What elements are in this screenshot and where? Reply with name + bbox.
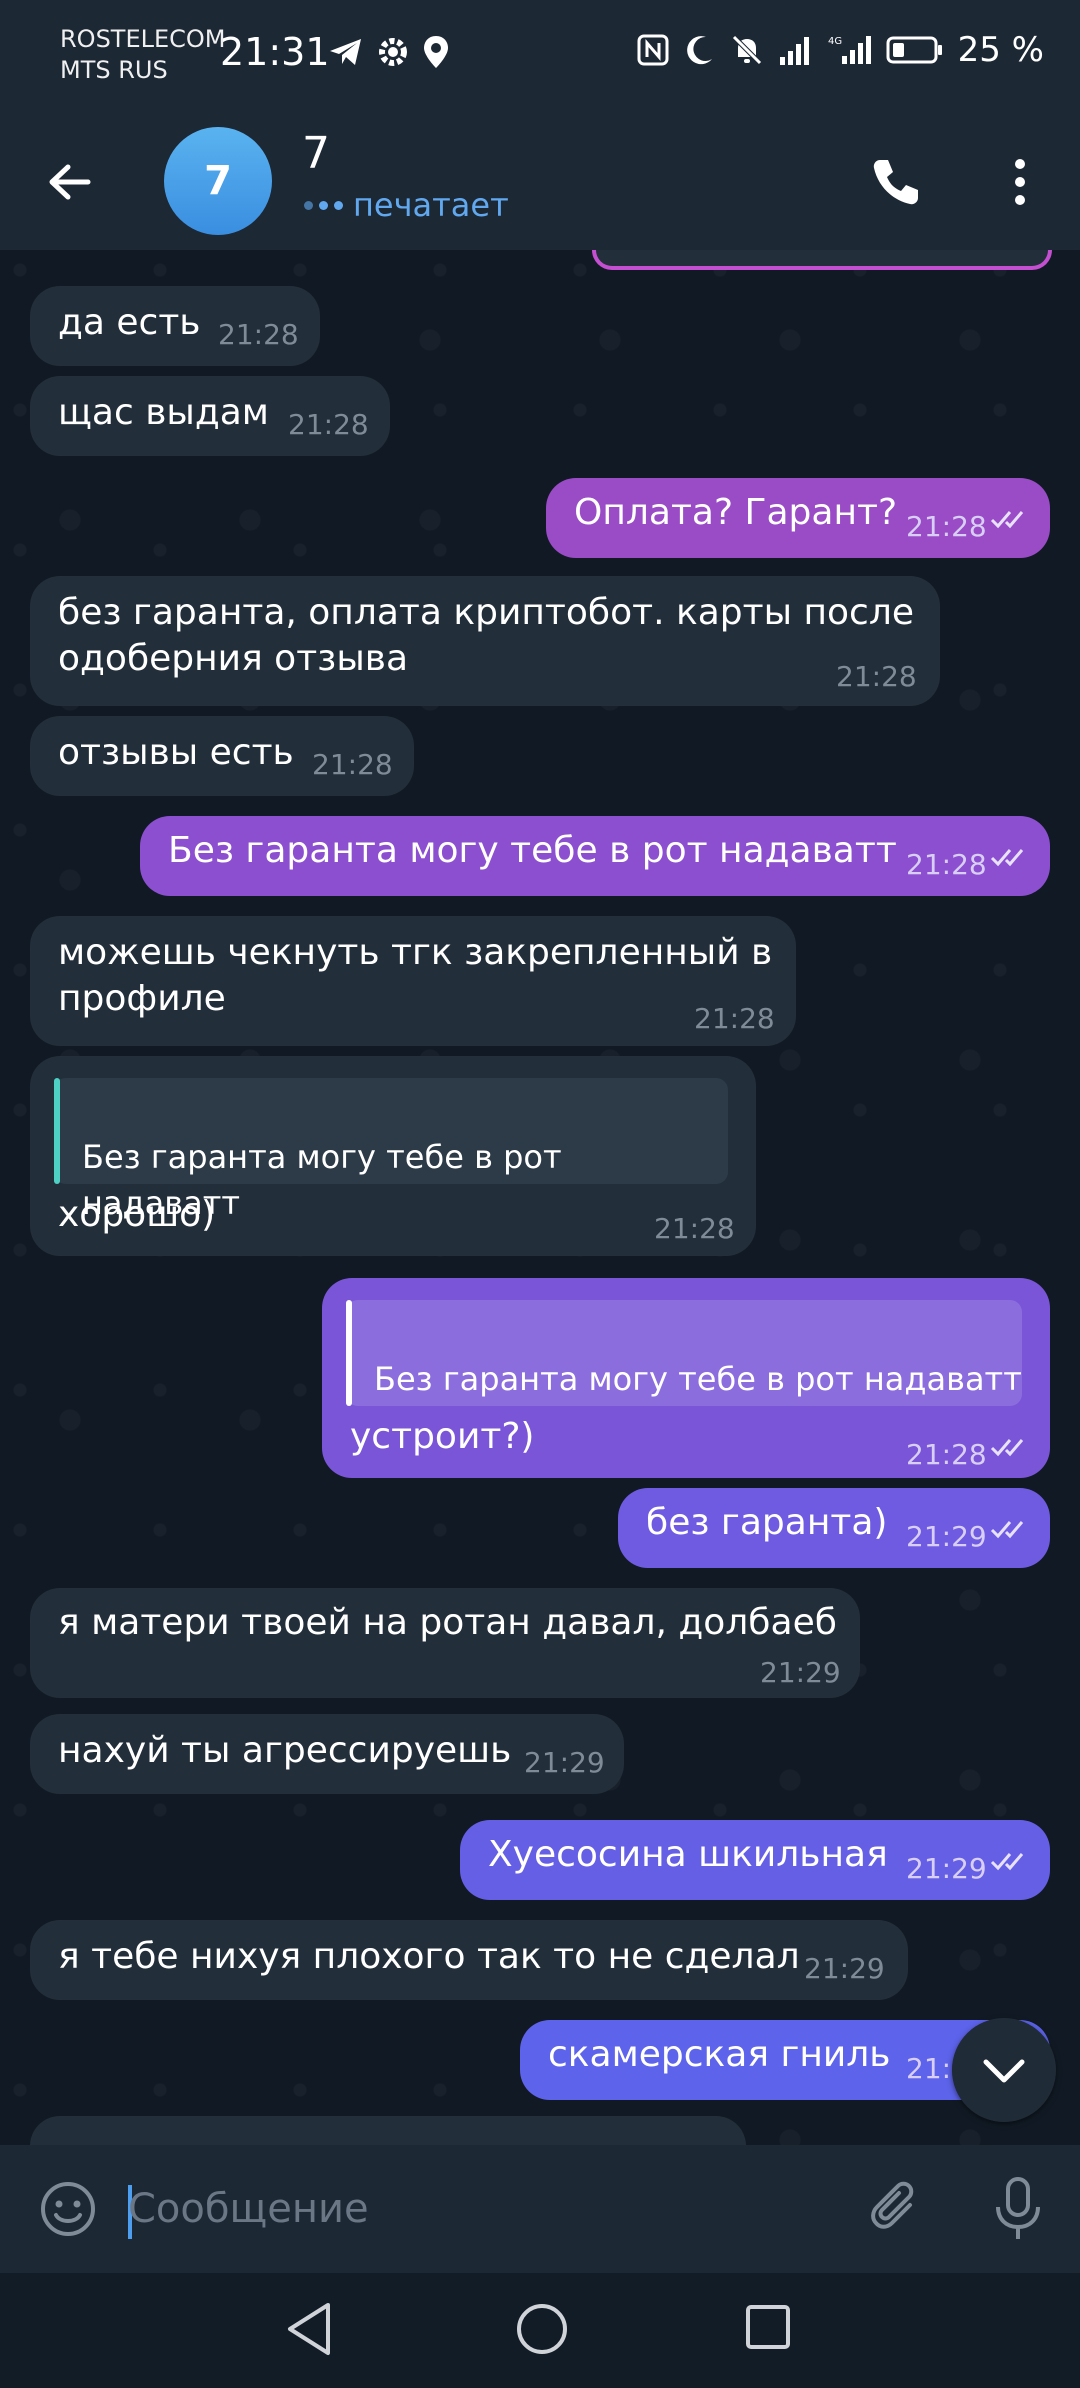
double-check-icon	[990, 511, 1024, 529]
message-text-line-2: профиле	[58, 978, 226, 1019]
message-text: Оплата? Гарант?	[574, 492, 898, 533]
message-bubble-incoming[interactable]: нахуй ты агрессируешь 21:29	[30, 1714, 624, 1794]
status-icons-right: 4G 25 %	[636, 30, 1044, 70]
typing-status-text: печатает	[353, 186, 509, 224]
message-text: скамерская гниль	[548, 2034, 891, 2075]
arrow-left-icon[interactable]	[40, 152, 100, 212]
message-time: 21:29	[906, 1520, 987, 1553]
message-bubble-outgoing[interactable]: Хуесосина шкильная 21:29	[460, 1820, 1050, 1900]
message-bubble-partial	[30, 2116, 746, 2145]
reply-quote[interactable]: Без гаранта могу тебе в рот надаватт	[54, 1078, 728, 1222]
typing-dots-icon	[304, 200, 343, 210]
message-text: хорошо)	[58, 1194, 216, 1235]
double-check-icon	[990, 1439, 1024, 1457]
message-text: без гаранта)	[646, 1502, 888, 1543]
message-time: 21:28	[312, 748, 393, 781]
microphone-icon[interactable]	[988, 2175, 1048, 2243]
message-input-bar	[0, 2145, 1080, 2273]
message-time: 21:28	[654, 1212, 735, 1245]
message-bubble-incoming[interactable]: отзывы есть 21:28	[30, 716, 414, 796]
status-icons-left	[328, 34, 450, 70]
status-bar: ROSTELECOM MTS RUS 21:31 4G 25 %	[0, 0, 1080, 110]
message-list[interactable]: да есть 21:28 щас выдам 21:28 Оплата? Га…	[0, 250, 1080, 2145]
message-bubble-incoming[interactable]: я матери твоей на ротан давал, долбаеб 2…	[30, 1588, 860, 1698]
nfc-icon	[637, 34, 669, 66]
message-bubble-partial	[592, 250, 1052, 270]
message-text: Хуесосина шкильная	[488, 1834, 888, 1875]
message-bubble-incoming[interactable]: без гаранта, оплата криптобот. карты пос…	[30, 576, 940, 706]
message-time: 21:	[906, 2052, 952, 2085]
message-text-line-2: одоберния отзыва	[58, 638, 409, 679]
system-nav-bar	[0, 2273, 1080, 2388]
carrier-info: ROSTELECOM MTS RUS	[60, 24, 226, 86]
message-time: 21:29	[760, 1656, 841, 1689]
chat-title[interactable]: 7	[302, 128, 330, 179]
message-text: да есть	[58, 302, 201, 343]
message-time: 21:28	[288, 408, 369, 441]
message-time: 21:29	[524, 1746, 605, 1779]
paperclip-icon[interactable]	[866, 2177, 926, 2241]
message-bubble-outgoing[interactable]: без гаранта) 21:29	[618, 1488, 1050, 1568]
message-bubble-outgoing[interactable]: Без гаранта могу тебе в рот надаватт 21:…	[140, 816, 1050, 896]
svg-text:4G: 4G	[828, 36, 842, 47]
message-input[interactable]	[128, 2173, 848, 2245]
message-time: 21:28	[218, 318, 299, 351]
message-time: 21:28	[906, 848, 987, 881]
nav-recent-apps-icon[interactable]	[744, 2303, 792, 2351]
chat-header: 7 7 печатает	[0, 110, 1080, 250]
message-text: я матери твоей на ротан давал, долбаеб	[58, 1602, 837, 1643]
reply-quote[interactable]: Без гаранта могу тебе в рот надаватт	[346, 1300, 1022, 1406]
double-check-icon	[990, 1853, 1024, 1871]
carrier-name-2: MTS RUS	[60, 56, 168, 84]
mute-bell-icon	[731, 35, 762, 65]
reply-quote-bar	[346, 1300, 352, 1406]
emoji-icon[interactable]	[38, 2179, 98, 2239]
message-bubble-incoming[interactable]: да есть 21:28	[30, 286, 320, 366]
message-time: 21:28	[694, 1002, 775, 1035]
message-text: нахуй ты агрессируешь	[58, 1730, 512, 1771]
nav-back-icon[interactable]	[282, 2299, 338, 2359]
status-clock: 21:31	[220, 30, 330, 74]
message-text-line-1: можешь чекнуть тгк закрепленный в	[58, 932, 773, 973]
message-bubble-incoming[interactable]: можешь чекнуть тгк закрепленный в профил…	[30, 916, 796, 1046]
reply-quote-bar	[54, 1078, 60, 1184]
moon-icon	[686, 36, 712, 65]
message-time: 21:29	[906, 1852, 987, 1885]
battery-percent: 25 %	[957, 30, 1044, 70]
battery-icon	[886, 36, 942, 64]
message-time: 21:29	[804, 1952, 885, 1985]
message-time: 21:28	[836, 660, 917, 693]
telegram-icon	[330, 39, 361, 65]
telegram-chat-screen: ROSTELECOM MTS RUS 21:31 4G 25 % 7 7 печ…	[0, 0, 1080, 2388]
message-text: щас выдам	[58, 392, 269, 433]
double-check-icon	[990, 1521, 1024, 1539]
message-bubble-outgoing-reply[interactable]: Без гаранта могу тебе в рот надаватт уст…	[322, 1278, 1050, 1478]
reply-quote-text: Без гаранта могу тебе в рот надаватт	[374, 1360, 1022, 1398]
message-bubble-incoming[interactable]: я тебе нихуя плохого так то не сделал 21…	[30, 1920, 908, 2000]
message-text-line-1: без гаранта, оплата криптобот. карты пос…	[58, 592, 915, 633]
message-text: устроит?)	[350, 1416, 535, 1457]
message-text: я тебе нихуя плохого так то не сделал	[58, 1936, 800, 1977]
message-bubble-incoming[interactable]: щас выдам 21:28	[30, 376, 390, 456]
location-icon	[424, 36, 448, 68]
carrier-name-1: ROSTELECOM	[60, 25, 226, 53]
more-vertical-icon[interactable]	[990, 150, 1050, 214]
typing-status: печатает	[304, 186, 509, 224]
message-time: 21:28	[906, 1438, 987, 1471]
nav-home-icon[interactable]	[514, 2301, 570, 2357]
signal-4g-icon: 4G	[828, 36, 871, 64]
message-text: Без гаранта могу тебе в рот надаватт	[168, 830, 897, 871]
message-text: отзывы есть	[58, 732, 294, 773]
signal-icon	[779, 37, 809, 65]
message-bubble-outgoing[interactable]: Оплата? Гарант? 21:28	[546, 478, 1050, 558]
double-check-icon	[990, 849, 1024, 867]
scroll-down-button[interactable]	[952, 2018, 1056, 2122]
phone-icon[interactable]	[866, 152, 926, 212]
gear-icon	[379, 38, 407, 66]
message-time: 21:28	[906, 510, 987, 543]
avatar[interactable]: 7	[164, 127, 272, 235]
message-bubble-incoming-reply[interactable]: Без гаранта могу тебе в рот надаватт хор…	[30, 1056, 756, 1256]
